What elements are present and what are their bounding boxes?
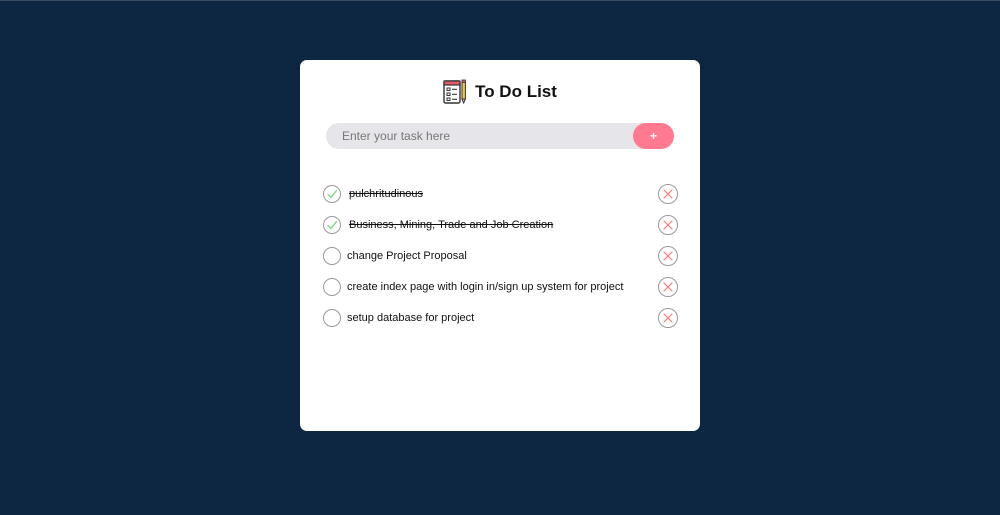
checked-circle-icon[interactable] [323, 185, 341, 203]
list-item[interactable]: setup database for project [322, 306, 680, 337]
task-label: create index page with login in/sign up … [347, 281, 624, 293]
task-label: pulchritudinous [349, 188, 423, 200]
app-title: To Do List [475, 82, 557, 101]
add-task-button[interactable]: + [633, 123, 674, 149]
list-item[interactable]: pulchritudinous [322, 182, 680, 213]
delete-icon[interactable] [658, 215, 678, 235]
unchecked-circle-icon[interactable] [323, 309, 341, 327]
task-input-row: + [326, 123, 674, 149]
list-item[interactable]: create index page with login in/sign up … [322, 275, 680, 306]
task-label: setup database for project [347, 312, 475, 324]
top-divider [0, 0, 1000, 1]
unchecked-circle-icon[interactable] [323, 278, 341, 296]
unchecked-circle-icon[interactable] [323, 247, 341, 265]
delete-icon[interactable] [658, 246, 678, 266]
list-item[interactable]: Business, Mining, Trade and Job Creation [322, 213, 680, 244]
delete-icon[interactable] [658, 308, 678, 328]
task-input[interactable] [326, 123, 626, 149]
header: To Do List [300, 78, 700, 106]
checked-circle-icon[interactable] [323, 216, 341, 234]
list-item[interactable]: change Project Proposal [322, 244, 680, 275]
task-list: pulchritudinous Business, Mining, Trade a… [322, 182, 680, 337]
delete-icon[interactable] [658, 184, 678, 204]
task-label: Business, Mining, Trade and Job Creation [349, 219, 554, 231]
notepad-pencil-icon [443, 79, 467, 105]
delete-icon[interactable] [658, 277, 678, 297]
task-label: change Project Proposal [347, 250, 467, 262]
todo-card: To Do List + pulchritudinous Business, Mi… [300, 60, 700, 431]
